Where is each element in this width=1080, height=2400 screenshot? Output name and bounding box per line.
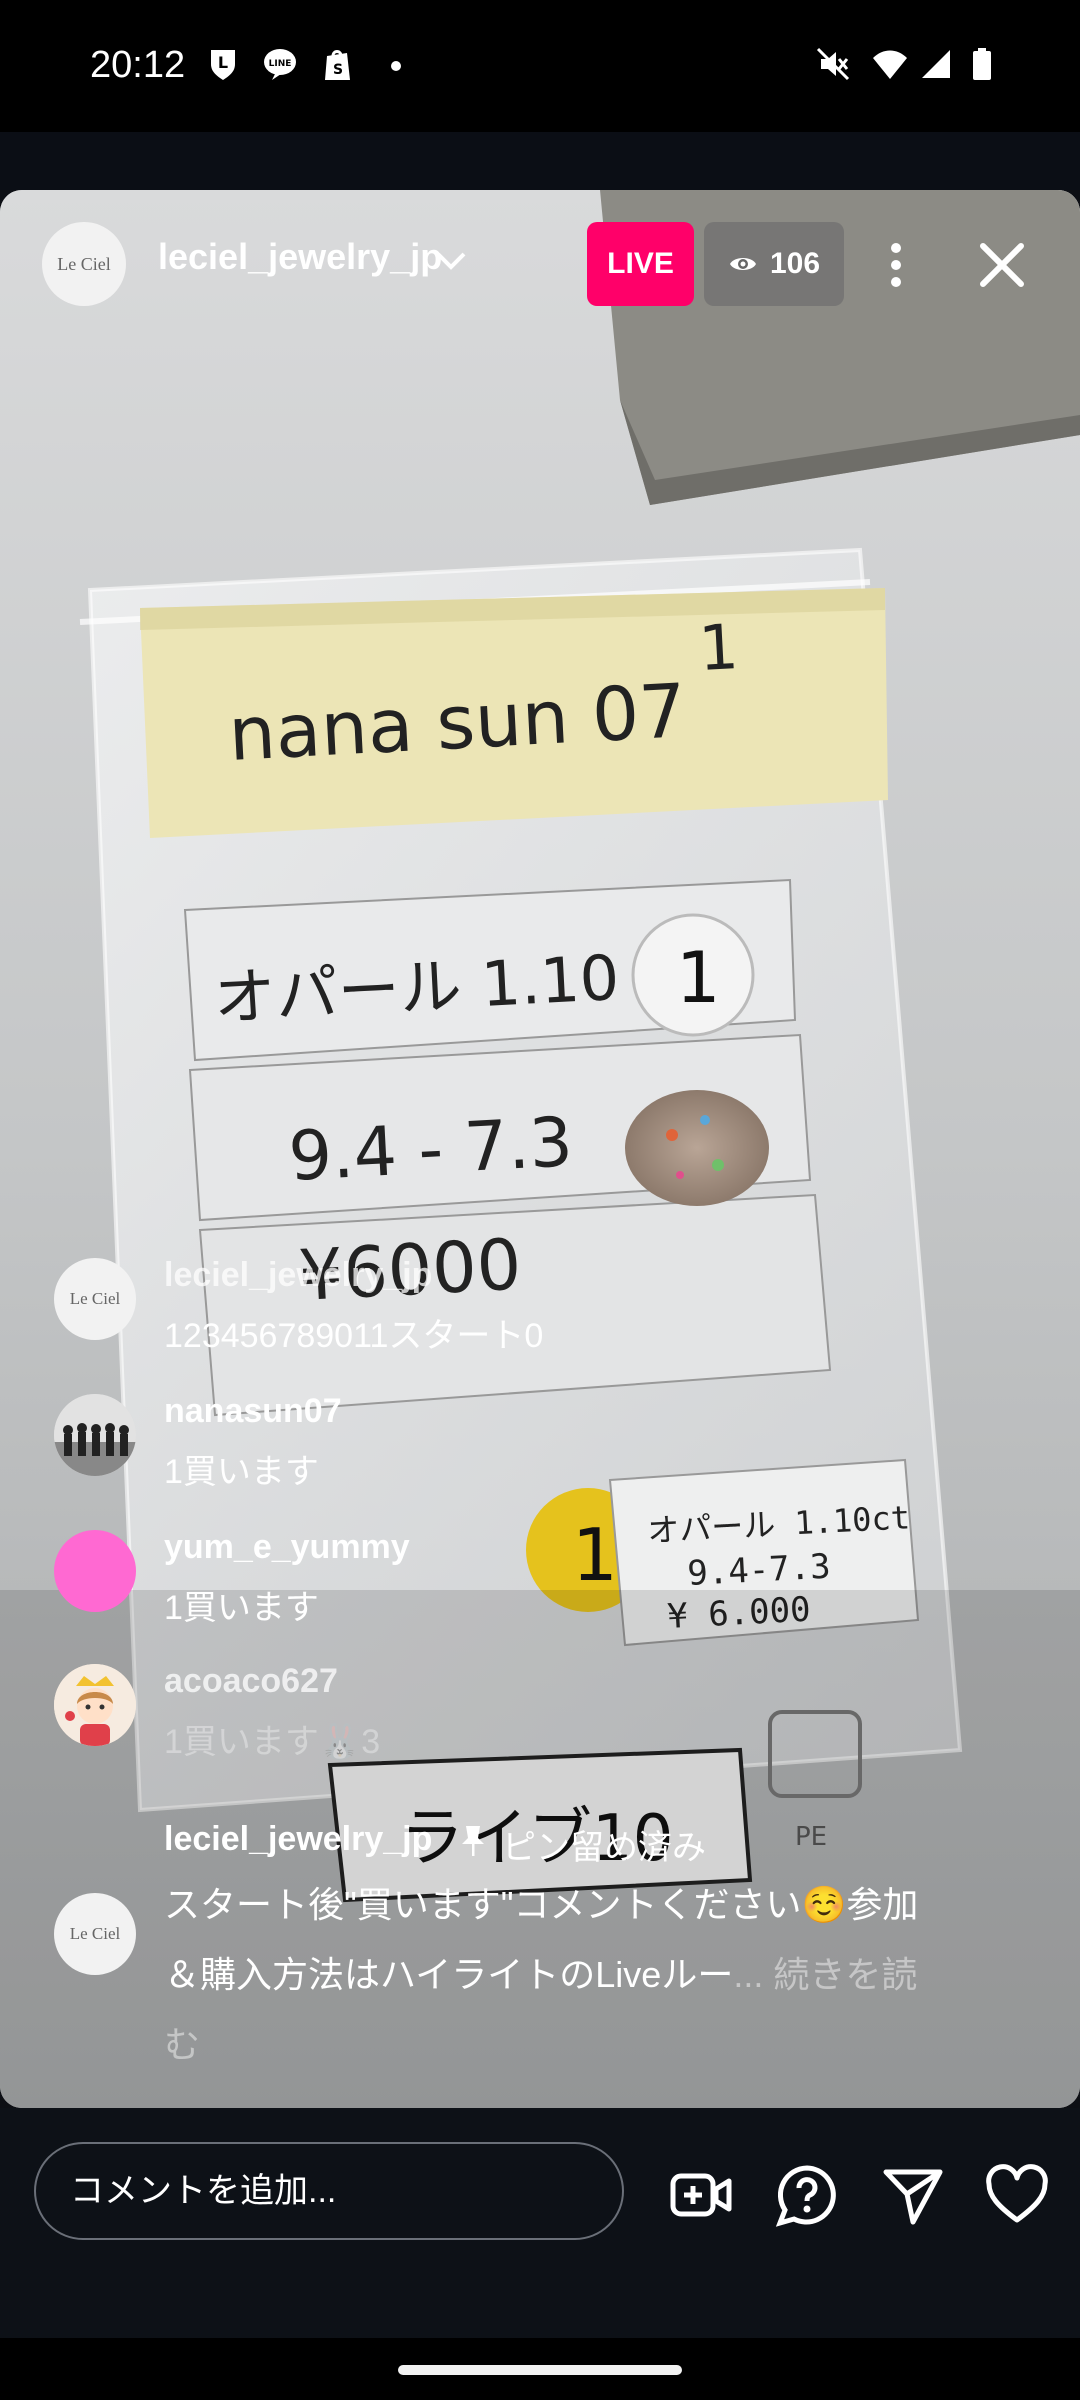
heart-icon[interactable] — [984, 2162, 1050, 2228]
pinned-username[interactable]: leciel_jewelry_jp — [164, 1820, 432, 1859]
wifi-icon — [873, 50, 907, 79]
comment-text: 123456789011スタート0 — [164, 1317, 544, 1355]
comment-avatar-logo: Le Ciel — [69, 1289, 121, 1308]
comment-avatar[interactable] — [54, 1530, 136, 1612]
add-video-icon[interactable] — [668, 2162, 734, 2228]
pinned-comment-avatar[interactable]: Le Ciel — [54, 1893, 136, 1975]
comment-avatar[interactable]: Le Ciel — [54, 1258, 136, 1340]
svg-text:9.4-7.3: 9.4-7.3 — [686, 1547, 831, 1594]
chevron-down-icon[interactable] — [432, 246, 470, 276]
comment-username[interactable]: leciel_jewelry_jp — [164, 1256, 432, 1295]
group-photo-icon — [54, 1394, 136, 1476]
svg-text:S: S — [333, 62, 343, 78]
viewer-count-badge[interactable]: 106 — [704, 222, 844, 306]
host-username[interactable]: leciel_jewelry_jp — [158, 236, 442, 278]
close-icon[interactable] — [975, 238, 1029, 292]
viewer-count: 106 — [769, 247, 821, 280]
svg-text:1: 1 — [697, 610, 740, 685]
question-icon[interactable] — [774, 2162, 840, 2228]
comment-text: 1買います — [164, 1589, 319, 1627]
comment-input[interactable] — [34, 2142, 624, 2240]
comment-text: 1買います — [164, 1453, 319, 1491]
top-spacer — [0, 132, 1080, 190]
live-badge-label: LIVE — [607, 247, 674, 280]
comment-username[interactable]: acoaco627 — [164, 1662, 338, 1701]
svg-text:1: 1 — [676, 937, 721, 1019]
pinned-avatar-logo: Le Ciel — [69, 1924, 121, 1943]
host-avatar-logo: Le Ciel — [57, 253, 111, 274]
battery-icon — [973, 48, 991, 80]
line-chat-icon: LINE — [264, 49, 296, 80]
live-badge: LIVE — [587, 222, 694, 306]
status-time: 20:12 — [90, 44, 186, 86]
comment-text: 1買います🐰3 — [164, 1723, 381, 1761]
comment-avatar[interactable] — [54, 1664, 136, 1746]
more-options-icon[interactable] — [878, 238, 914, 292]
eye-icon — [729, 258, 756, 270]
host-avatar[interactable]: Le Ciel — [42, 222, 126, 306]
svg-text:1: 1 — [572, 1513, 618, 1597]
svg-text:LINE: LINE — [269, 59, 292, 69]
mute-icon — [816, 47, 850, 81]
cartoon-girl-icon — [54, 1664, 136, 1746]
line-app-icon: L — [211, 50, 235, 80]
pin-icon — [462, 1826, 484, 1856]
comment-username[interactable]: nanasun07 — [164, 1392, 342, 1431]
home-gesture-handle[interactable] — [398, 2365, 682, 2375]
signal-icon — [922, 50, 950, 78]
pinned-label: ピン留め済み — [502, 1829, 706, 1867]
comment-avatar[interactable] — [54, 1394, 136, 1476]
svg-text:L: L — [218, 53, 228, 72]
status-bar: 20:12 L LINE S — [0, 0, 1080, 132]
shopify-icon: S — [325, 50, 350, 80]
svg-text:9.4 - 7.3: 9.4 - 7.3 — [287, 1103, 575, 1197]
pinned-comment-text[interactable]: スタート後"買います"コメントください☺️参加＆購入方法はハイライトのLiveル… — [164, 1870, 924, 2080]
dot-icon — [391, 61, 401, 71]
comment-username[interactable]: yum_e_yummy — [164, 1528, 410, 1567]
send-icon[interactable] — [880, 2162, 946, 2228]
